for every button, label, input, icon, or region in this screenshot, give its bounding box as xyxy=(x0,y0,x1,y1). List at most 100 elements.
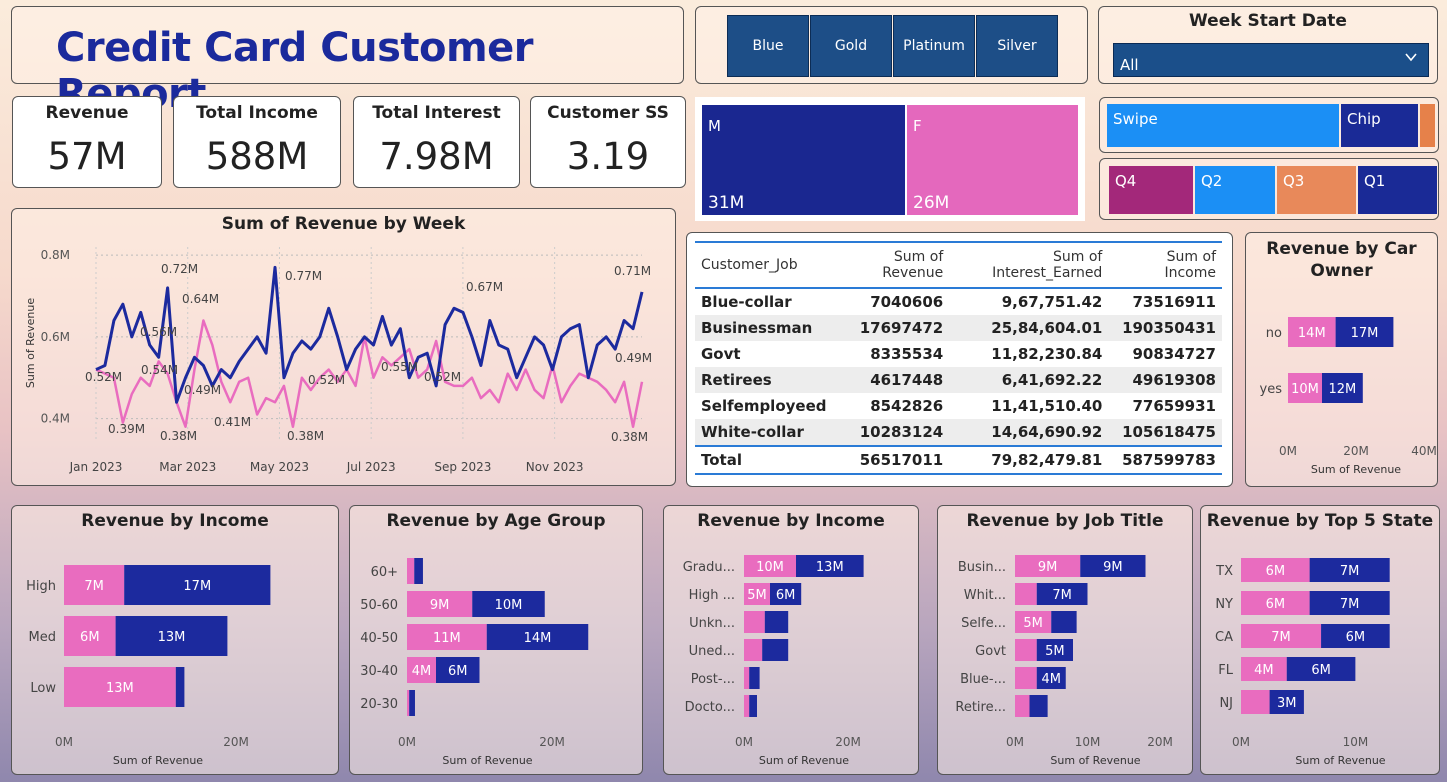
table-cell: 8542826 xyxy=(870,397,944,415)
bar-segment-pink xyxy=(744,639,763,661)
payment-tile-chip[interactable]: Chip xyxy=(1341,104,1418,147)
data-label: 10M xyxy=(495,598,523,613)
gender-treemap: M 31M F 26M xyxy=(695,97,1085,221)
x-axis-label: Sum of Revenue xyxy=(1050,754,1140,767)
column-header[interactable]: Sum of Interest_Earned xyxy=(949,241,1109,289)
bar-segment-navy xyxy=(409,690,415,716)
x-axis-label: Sum of Revenue xyxy=(759,754,849,767)
customer-job-table: Customer_Job Sum of Revenue Sum of Inter… xyxy=(695,241,1222,475)
bar-segment-pink xyxy=(407,690,410,716)
x-tick-label: 0M xyxy=(55,735,73,749)
bar-segment-navy xyxy=(414,558,423,584)
title-card: Credit Card Customer Report xyxy=(11,6,684,117)
revenue-by-income-card: Revenue by Income High 7M 17M Med 6M 13M Low 13… xyxy=(11,505,339,775)
table-cell: 11,41,510.40 xyxy=(991,397,1103,415)
category-label: Retire... xyxy=(955,700,1006,715)
table-cell: 587599783 xyxy=(1108,445,1222,475)
data-label: 4M xyxy=(1042,672,1062,687)
x-tick-label: May 2023 xyxy=(250,460,309,474)
table-cell: 7040606 xyxy=(870,293,944,311)
bar-segment-pink xyxy=(1015,667,1037,689)
table-cell: 56517011 xyxy=(832,445,950,475)
bar-segment-pink xyxy=(744,695,750,717)
x-tick-label: 10M xyxy=(1343,735,1369,749)
data-label: 5M xyxy=(1045,644,1065,659)
category-label: Docto... xyxy=(685,700,735,715)
table-cell: 49619308 xyxy=(1108,367,1222,393)
kpi-value: 57M xyxy=(47,135,127,178)
kpi-label: Revenue xyxy=(45,103,129,123)
data-label: 0.52M xyxy=(308,373,345,387)
data-label: 17M xyxy=(183,579,211,594)
data-label: 3M xyxy=(1277,696,1297,711)
quarter-tile-q3[interactable]: Q3 xyxy=(1277,166,1356,214)
table-cell: 10283124 xyxy=(832,419,950,446)
revenue-by-age-group-card: Revenue by Age Group 60+ 50-60 9M 10M 40-50 1… xyxy=(349,505,643,775)
bar-segment-pink xyxy=(1015,695,1030,717)
revenue-by-age-group-chart: 60+ 50-60 9M 10M 40-50 11M 14M 30-40 4M 6M 20-30 0M… xyxy=(360,558,589,767)
category-label: Gradu... xyxy=(683,560,735,575)
x-tick-label: 10M xyxy=(1075,735,1101,749)
category-label: 50-60 xyxy=(360,598,398,613)
category-label: 40-50 xyxy=(360,631,398,646)
revenue-by-car-owner-chart: no 14M 17M yes 10M 12M 0M 20M 40M Sum of Revenue xyxy=(1260,317,1437,476)
data-label: 14M xyxy=(524,631,552,646)
gender-tile-m[interactable]: M 31M xyxy=(702,105,905,215)
data-label: 13M xyxy=(158,630,186,645)
kpi-value: 588M xyxy=(205,135,309,178)
data-label: 6M xyxy=(1346,630,1366,645)
column-header[interactable]: Sum of Revenue xyxy=(832,241,950,289)
category-label: Blue-... xyxy=(960,672,1006,687)
tier-button-blue[interactable]: Blue xyxy=(727,15,809,77)
column-header[interactable]: Customer_Job xyxy=(695,241,833,289)
data-label: 6M xyxy=(776,588,796,603)
table-header-row: Customer_Job Sum of Revenue Sum of Inter… xyxy=(695,241,1222,289)
kpi-label: Customer SS xyxy=(547,103,669,123)
kpi-total-interest-card: Total Interest 7.98M xyxy=(353,96,520,188)
table-total-row: Total 56517011 79,82,479.81 587599783 xyxy=(695,445,1222,475)
column-header[interactable]: Sum of Income xyxy=(1108,241,1222,289)
payment-type-treemap: Swipe Chip xyxy=(1099,97,1439,153)
category-label: Med xyxy=(29,630,56,645)
data-label: 7M xyxy=(1340,564,1360,579)
data-label: 0.56M xyxy=(140,325,177,339)
table-row: White-collar 10283124 14,64,690.92 10561… xyxy=(695,419,1222,446)
quarter-tile-q1[interactable]: Q1 xyxy=(1358,166,1437,214)
quarter-tile-q2[interactable]: Q2 xyxy=(1195,166,1275,214)
table-cell: 8335534 xyxy=(870,345,944,363)
bar-segment-navy xyxy=(764,611,789,633)
category-label: FL xyxy=(1218,663,1233,678)
week-start-date-dropdown[interactable]: All xyxy=(1113,43,1429,77)
data-label: 0.54M xyxy=(141,363,178,377)
data-label: 0.49M xyxy=(615,351,652,365)
table-cell: 77659931 xyxy=(1132,397,1217,415)
quarter-tile-q4[interactable]: Q4 xyxy=(1109,166,1193,214)
tier-button-silver[interactable]: Silver xyxy=(976,15,1058,77)
table-cell: 14,64,690.92 xyxy=(949,419,1109,446)
payment-tile-swipe[interactable]: Swipe xyxy=(1107,104,1339,147)
gender-tile-f[interactable]: F 26M xyxy=(907,105,1078,215)
data-label: 7M xyxy=(1052,588,1072,603)
category-label: 30-40 xyxy=(360,664,398,679)
data-label: 7M xyxy=(1340,597,1360,612)
x-axis-label: Sum of Revenue xyxy=(1311,463,1401,476)
category-label: Selfe... xyxy=(961,616,1006,631)
revenue-by-income-chart: High 7M 17M Med 6M 13M Low 13M 0M 20M Sum of Reven… xyxy=(26,565,271,767)
category-label: NY xyxy=(1215,597,1233,612)
x-tick-label: 20M xyxy=(835,735,861,749)
data-label: 14M xyxy=(1298,326,1326,341)
tier-button-gold[interactable]: Gold xyxy=(810,15,892,77)
category-label: Whit... xyxy=(964,588,1006,603)
gender-key: M xyxy=(708,117,721,135)
bar-segment-pink xyxy=(1015,583,1037,605)
table-cell: 79,82,479.81 xyxy=(949,445,1109,475)
category-label: CA xyxy=(1215,630,1233,645)
data-label: 6M xyxy=(80,630,100,645)
payment-tile-other[interactable] xyxy=(1420,104,1435,147)
x-tick-label: Mar 2023 xyxy=(159,460,216,474)
kpi-revenue-card: Revenue 57M xyxy=(12,96,162,188)
table-cell: 105618475 xyxy=(1108,419,1222,446)
tier-button-platinum[interactable]: Platinum xyxy=(893,15,975,77)
data-label: 13M xyxy=(816,560,844,575)
bar-segment-navy xyxy=(749,667,760,689)
